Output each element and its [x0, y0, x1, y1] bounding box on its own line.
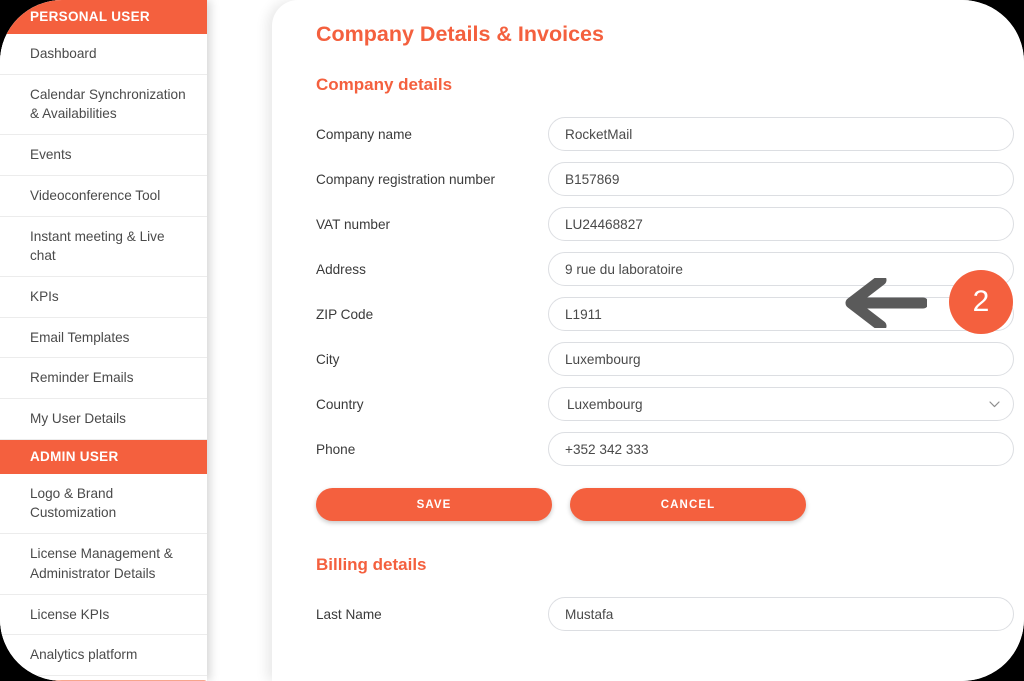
- sidebar-item-license-management[interactable]: License Management & Administrator Detai…: [0, 534, 207, 595]
- sidebar-item-instant-meeting-live-chat[interactable]: Instant meeting & Live chat: [0, 216, 207, 277]
- sidebar-item-logo-brand-customization[interactable]: Logo & Brand Customization: [0, 473, 207, 535]
- form-row-company-registration-number: Company registration number: [316, 162, 1014, 196]
- sidebar-item-reminder-emails[interactable]: Reminder Emails: [0, 358, 207, 400]
- sidebar-item-analytics-platform[interactable]: Analytics platform: [0, 635, 207, 676]
- save-button[interactable]: SAVE: [316, 488, 552, 521]
- input-last-name[interactable]: [548, 597, 1014, 631]
- input-company-registration-number[interactable]: [548, 162, 1014, 196]
- form-row-zip-code: ZIP Code: [316, 297, 1014, 331]
- input-address[interactable]: [548, 252, 1014, 286]
- form-row-vat-number: VAT number: [316, 207, 1014, 241]
- form-row-last-name: Last Name: [316, 597, 1014, 631]
- label-last-name: Last Name: [316, 606, 382, 622]
- cancel-button[interactable]: CANCEL: [570, 488, 806, 521]
- label-vat-number: VAT number: [316, 216, 391, 232]
- sidebar-item-videoconference-tool[interactable]: Videoconference Tool: [0, 175, 207, 217]
- input-phone[interactable]: [548, 432, 1014, 466]
- label-phone: Phone: [316, 441, 356, 457]
- sidebar-item-kpis[interactable]: KPIs: [0, 276, 207, 318]
- app-window: PERSONAL USER Dashboard Calendar Synchro…: [0, 0, 1024, 681]
- select-country[interactable]: [548, 387, 1014, 421]
- input-company-name[interactable]: [548, 117, 1014, 151]
- form-row-phone: Phone: [316, 432, 1014, 466]
- company-details-heading: Company details: [316, 75, 453, 94]
- main-content-panel: Company Details & Invoices Company detai…: [272, 0, 1024, 681]
- form-row-company-name: Company name: [316, 117, 1014, 151]
- form-row-address: Address: [316, 252, 1014, 286]
- form-row-country: Country: [316, 387, 1014, 421]
- label-zip-code: ZIP Code: [316, 306, 374, 322]
- sidebar-item-events[interactable]: Events: [0, 135, 207, 176]
- input-city[interactable]: [548, 342, 1014, 376]
- country-select-wrapper: [548, 387, 1014, 421]
- label-address: Address: [316, 261, 366, 277]
- annotation-step-badge: 2: [949, 270, 1013, 334]
- input-zip-code[interactable]: [548, 297, 1014, 331]
- sidebar-item-my-user-details[interactable]: My User Details: [0, 399, 207, 440]
- sidebar-item-calendar-synchronization[interactable]: Calendar Synchronization & Availabilitie…: [0, 74, 207, 136]
- sidebar-section-admin-user: ADMIN USER: [0, 439, 207, 474]
- input-vat-number[interactable]: [548, 207, 1014, 241]
- form-row-city: City: [316, 342, 1014, 376]
- sidebar-item-dashboard[interactable]: Dashboard: [0, 34, 207, 75]
- sidebar-item-email-templates[interactable]: Email Templates: [0, 317, 207, 359]
- sidebar-item-license-kpis[interactable]: License KPIs: [0, 594, 207, 636]
- label-country: Country: [316, 396, 364, 412]
- label-city: City: [316, 351, 340, 367]
- label-company-name: Company name: [316, 126, 412, 142]
- form-actions: SAVE CANCEL: [316, 488, 1014, 521]
- label-company-registration-number: Company registration number: [316, 171, 496, 187]
- sidebar: PERSONAL USER Dashboard Calendar Synchro…: [0, 0, 207, 681]
- page-title: Company Details & Invoices: [316, 22, 604, 46]
- sidebar-section-personal-user: PERSONAL USER: [0, 0, 207, 34]
- billing-details-heading: Billing details: [316, 555, 427, 574]
